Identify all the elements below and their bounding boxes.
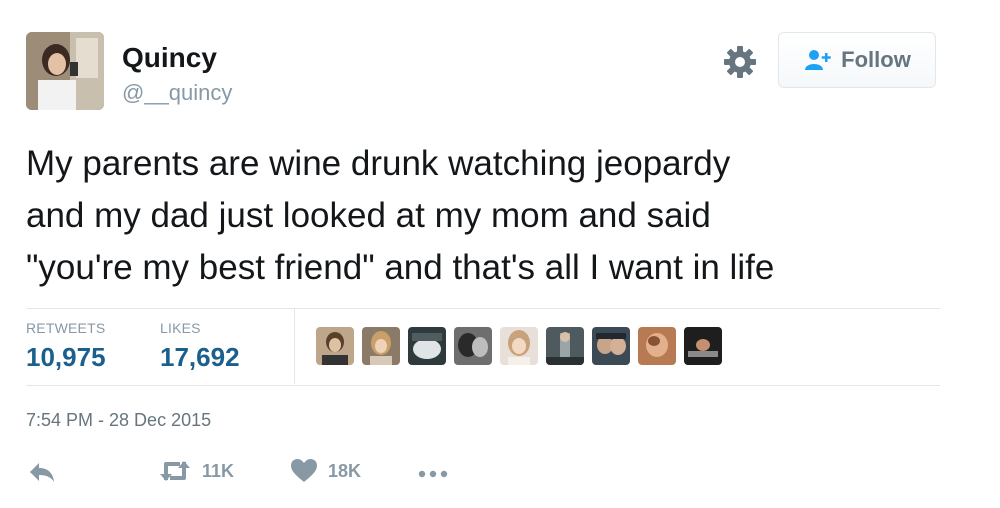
heart-icon [291,459,317,482]
more-button[interactable] [418,470,448,478]
likers-avatars [316,327,722,365]
like-button[interactable]: 18K [290,458,361,484]
liker-avatar[interactable] [500,327,538,365]
user-handle[interactable]: @__quincy [122,80,232,106]
reply-icon [30,463,54,482]
liker-avatar[interactable] [546,327,584,365]
follow-label: Follow [841,47,911,72]
retweets-stat[interactable]: RETWEETS 10,975 [26,320,106,373]
liker-avatar[interactable] [684,327,722,365]
tweet-text-line: My parents are wine drunk watching jeopa… [26,144,731,183]
liker-avatar[interactable] [408,327,446,365]
retweet-count: 11K [202,460,235,481]
liker-avatar[interactable] [638,327,676,365]
likes-label: LIKES [160,320,201,336]
liker-avatar[interactable] [316,327,354,365]
stats-divider [294,309,295,384]
liker-avatar[interactable] [362,327,400,365]
more-icon [418,470,448,478]
add-user-icon [805,50,831,70]
follow-button[interactable]: Follow [778,32,936,88]
like-count: 18K [328,460,362,481]
display-name[interactable]: Quincy [122,42,217,74]
liker-avatar[interactable] [454,327,492,365]
retweet-button[interactable]: 11K [158,458,234,484]
tweet-timestamp[interactable]: 7:54 PM - 28 Dec 2015 [26,410,211,431]
user-avatar[interactable] [26,32,104,110]
likes-count: 17,692 [160,342,240,372]
retweet-icon [160,461,190,481]
likes-stat[interactable]: LIKES 17,692 [160,320,240,373]
tweet-text: My parents are wine drunk watching jeopa… [26,138,976,294]
gear-icon[interactable] [723,45,757,79]
reply-button[interactable] [28,460,56,484]
tweet-text-line: "you're my best friend" and that's all I… [26,248,775,287]
divider [26,385,940,386]
liker-avatar[interactable] [592,327,630,365]
retweets-count: 10,975 [26,342,106,372]
tweet-text-line: and my dad just looked at my mom and sai… [26,196,711,235]
retweets-label: RETWEETS [26,320,106,336]
divider [26,308,940,309]
